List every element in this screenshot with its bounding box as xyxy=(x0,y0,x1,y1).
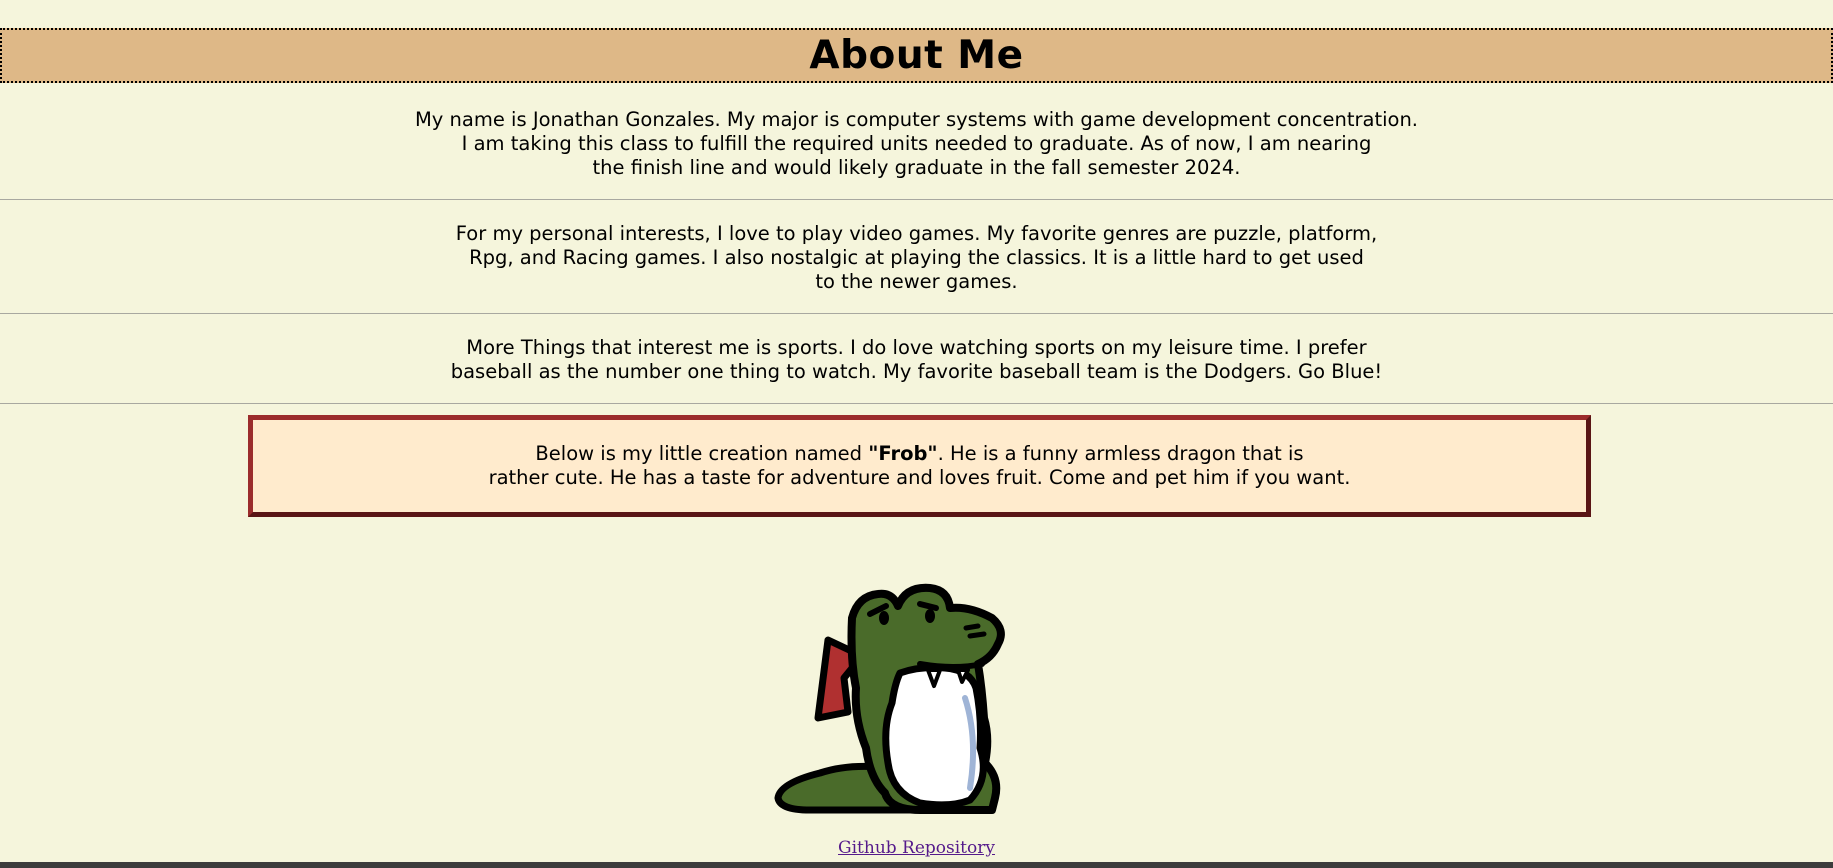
divider xyxy=(0,403,1833,404)
intro-line-1: My name is Jonathan Gonzales. My major i… xyxy=(414,108,1418,131)
callout-dragon-name: "Frob" xyxy=(868,442,938,465)
sports-paragraph: More Things that interest me is sports. … xyxy=(0,336,1833,384)
about-page: About Me My name is Jonathan Gonzales. M… xyxy=(0,0,1833,868)
sports-line-1: More Things that interest me is sports. … xyxy=(466,336,1367,359)
intro-line-2: I am taking this class to fulfill the re… xyxy=(461,132,1372,155)
page-header: About Me xyxy=(0,28,1833,83)
callout-line-2: rather cute. He has a taste for adventur… xyxy=(488,466,1351,489)
interests-line-3: to the newer games. xyxy=(815,270,1018,293)
page-title: About Me xyxy=(809,33,1024,78)
intro-line-3: the finish line and would likely graduat… xyxy=(592,156,1241,179)
window-bottom-edge xyxy=(0,862,1833,868)
footer-link-container: Github Repository xyxy=(0,838,1833,858)
frob-callout-box: Below is my little creation named "Frob"… xyxy=(248,415,1591,517)
frob-dragon-image xyxy=(774,583,1005,814)
sports-line-2: baseball as the number one thing to watc… xyxy=(450,360,1383,383)
divider xyxy=(0,199,1833,200)
interests-line-2: Rpg, and Racing games. I also nostalgic … xyxy=(469,246,1364,269)
github-repository-link[interactable]: Github Repository xyxy=(838,838,995,858)
intro-paragraph: My name is Jonathan Gonzales. My major i… xyxy=(0,108,1833,180)
interests-paragraph: For my personal interests, I love to pla… xyxy=(0,222,1833,294)
interests-line-1: For my personal interests, I love to pla… xyxy=(455,222,1378,245)
callout-text-before: Below is my little creation named xyxy=(535,442,869,465)
divider xyxy=(0,313,1833,314)
callout-text-after: . He is a funny armless dragon that is xyxy=(937,442,1304,465)
